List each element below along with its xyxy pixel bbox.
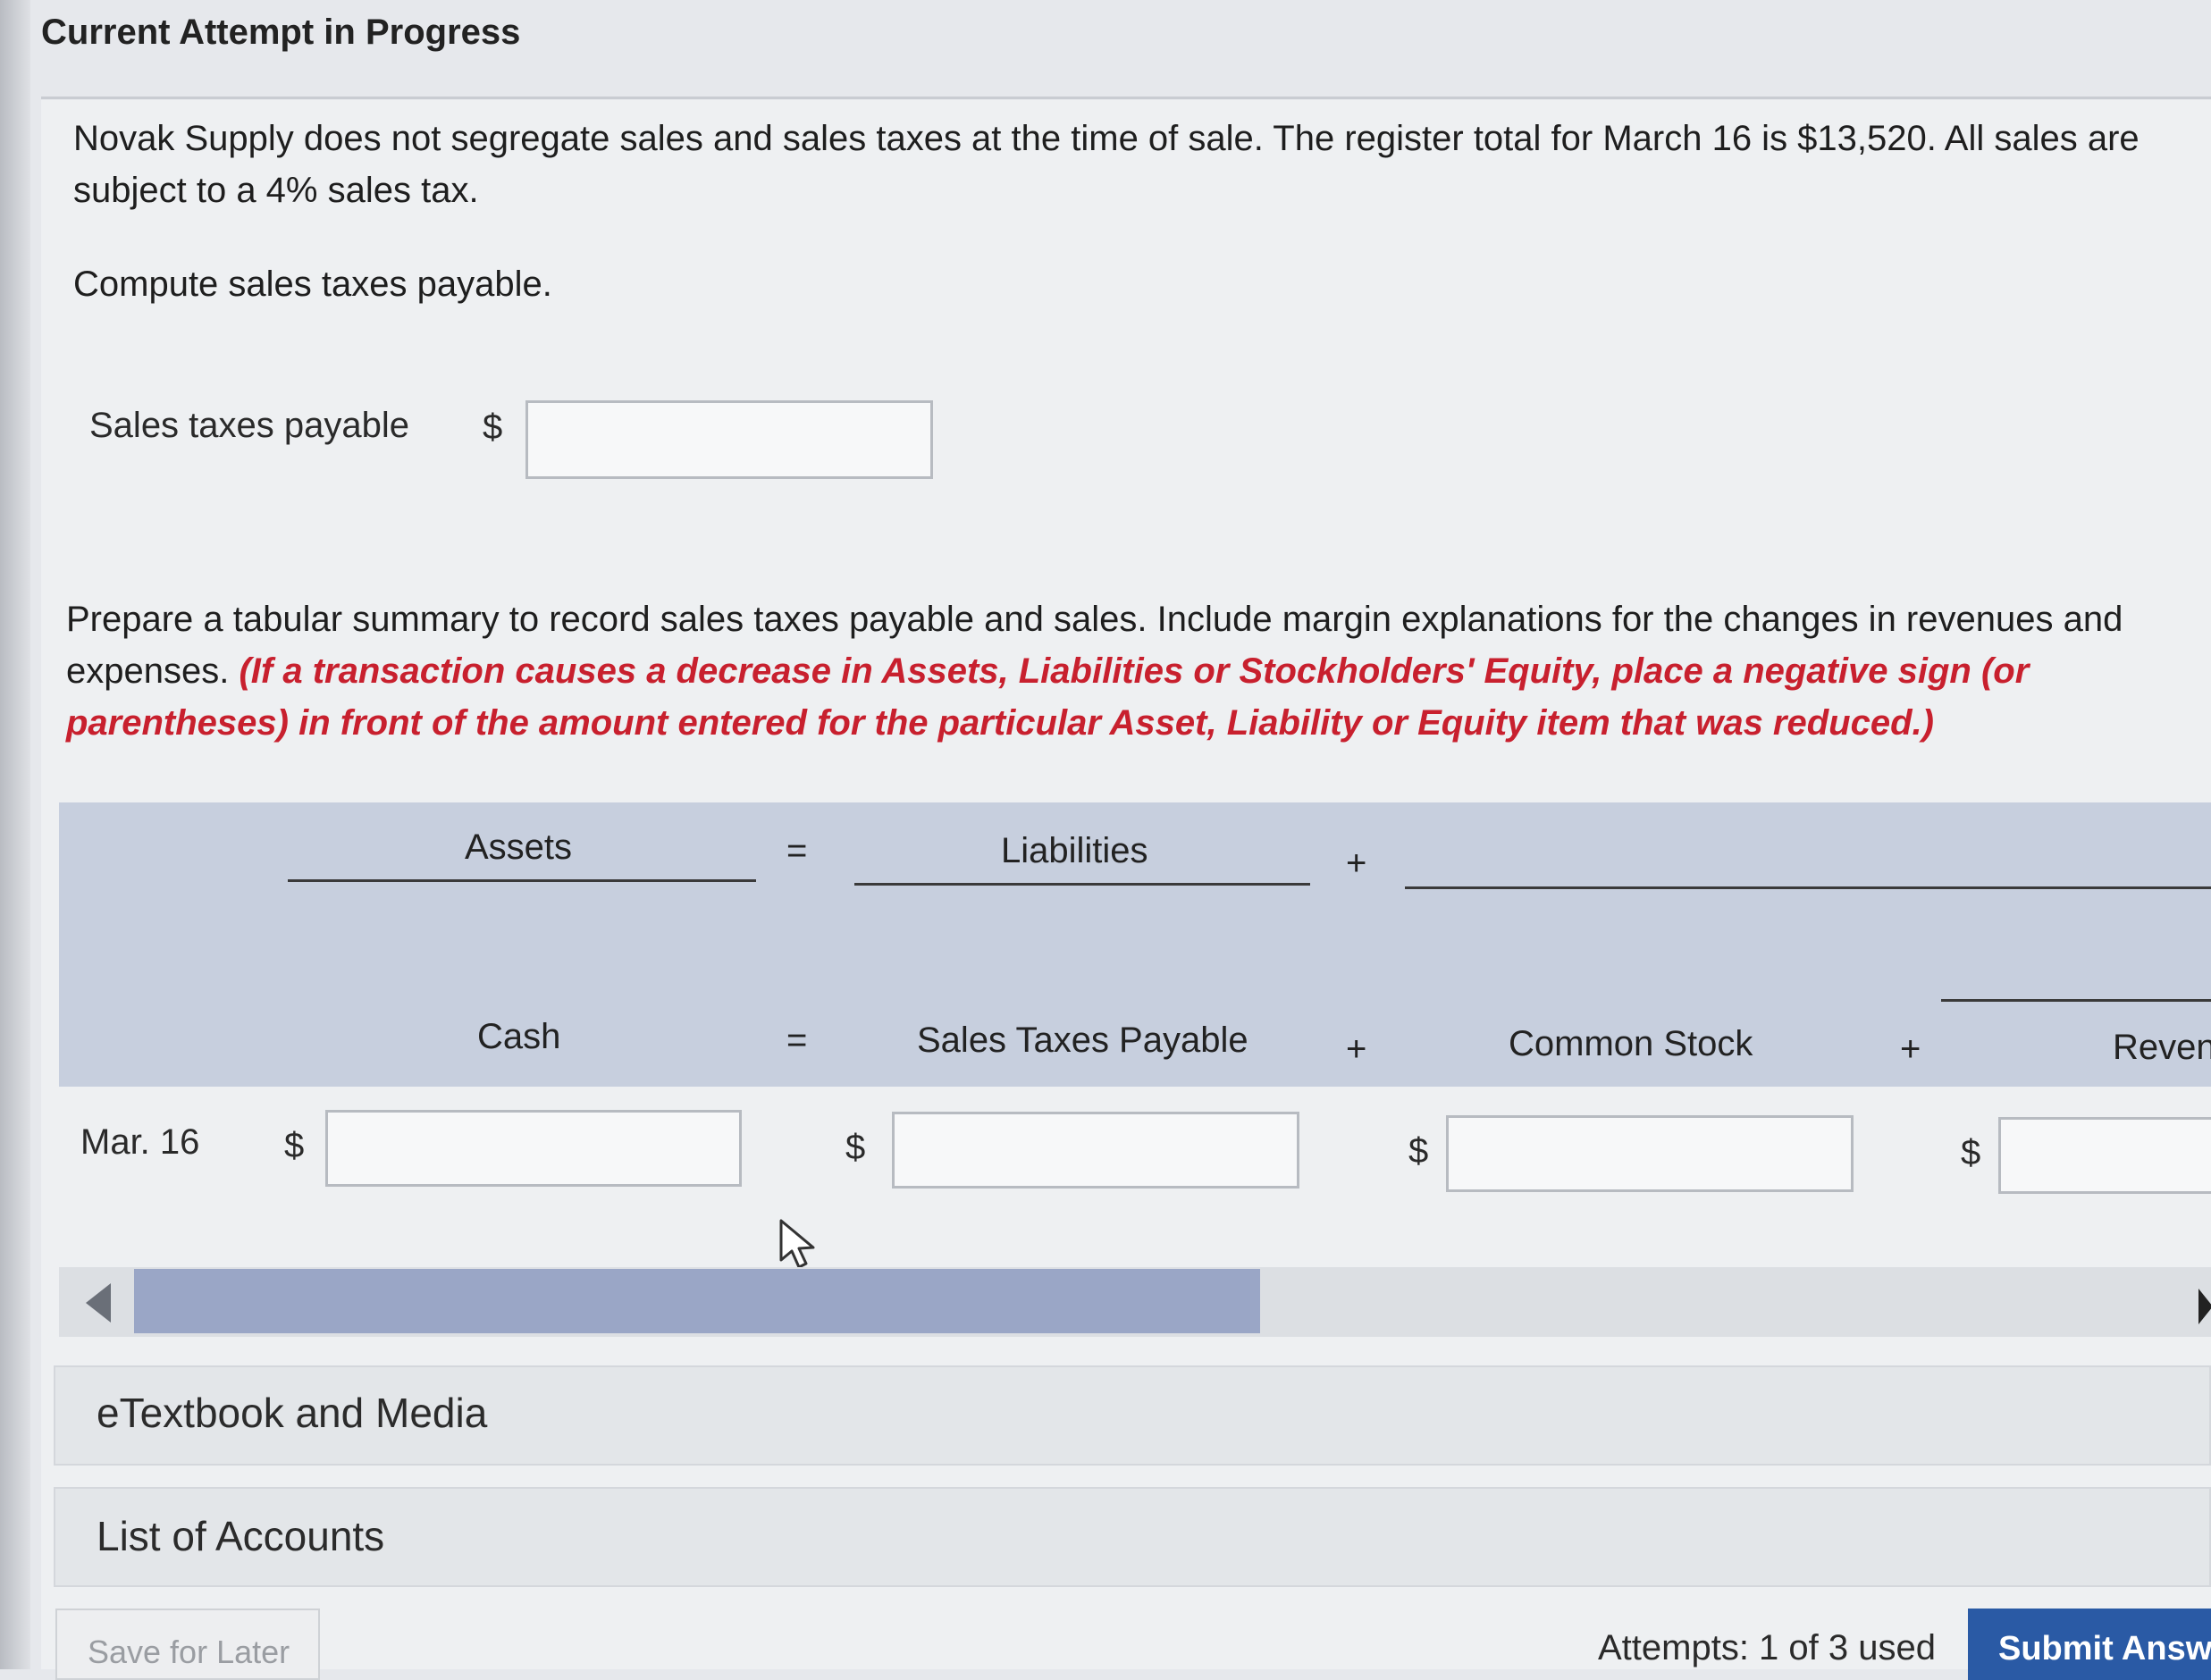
negative-sign-note: (If a transaction causes a decrease in A… (66, 651, 2030, 743)
equity-underline (1405, 886, 2211, 889)
row-date-mar-16: Mar. 16 (80, 1122, 200, 1162)
column-plus-sign: + (1346, 1029, 1367, 1069)
equals-sign-header: = (786, 831, 808, 870)
page-edge-shadow (0, 0, 30, 1669)
etextbook-panel[interactable]: eTextbook and Media (54, 1365, 2211, 1466)
sales-taxes-payable-cell-input[interactable] (892, 1112, 1299, 1189)
liabilities-underline (854, 883, 1310, 886)
currency-symbol: $ (845, 1128, 866, 1167)
currency-symbol: $ (1408, 1131, 1429, 1171)
assets-underline (288, 879, 756, 882)
currency-symbol: $ (284, 1126, 305, 1165)
cash-input[interactable] (325, 1110, 742, 1187)
column-plus-sign: + (1900, 1029, 1921, 1069)
revenue-underline (1941, 999, 2211, 1002)
sales-taxes-payable-input[interactable] (525, 400, 933, 479)
currency-symbol: $ (483, 407, 503, 447)
scroll-left-arrow-icon[interactable] (86, 1283, 111, 1323)
header-divider (41, 97, 2211, 99)
sales-taxes-payable-label: Sales taxes payable (89, 406, 410, 445)
revenues-input[interactable] (1998, 1117, 2211, 1194)
currency-symbol: $ (1961, 1133, 1981, 1172)
compute-instruction: Compute sales taxes payable. (73, 265, 552, 304)
plus-sign-header: + (1346, 844, 1367, 883)
save-for-later-button[interactable]: Save for Later (55, 1609, 320, 1680)
page-title: Current Attempt in Progress (41, 13, 521, 52)
tabular-instruction: Prepare a tabular summary to record sale… (66, 593, 2202, 749)
column-header-common-stock: Common Stock (1509, 1024, 1753, 1063)
column-header-cash: Cash (477, 1017, 561, 1056)
etextbook-label: eTextbook and Media (97, 1390, 488, 1436)
assets-group-header: Assets (465, 827, 573, 867)
column-equals-sign: = (786, 1021, 808, 1060)
column-header-sales-taxes-payable: Sales Taxes Payable (917, 1021, 1248, 1060)
attempts-counter: Attempts: 1 of 3 used (1598, 1628, 1936, 1667)
scrollbar-thumb[interactable] (134, 1269, 1260, 1333)
question-text: Novak Supply does not segregate sales an… (73, 119, 2140, 210)
list-of-accounts-panel[interactable]: List of Accounts (54, 1487, 2211, 1587)
column-header-revenues: Reven (2113, 1028, 2211, 1067)
scroll-right-arrow-icon[interactable] (2198, 1289, 2211, 1324)
list-of-accounts-label: List of Accounts (97, 1513, 385, 1559)
common-stock-input[interactable] (1446, 1115, 1854, 1192)
submit-answer-button[interactable]: Submit Answer (1968, 1609, 2211, 1680)
liabilities-group-header: Liabilities (1001, 831, 1148, 870)
